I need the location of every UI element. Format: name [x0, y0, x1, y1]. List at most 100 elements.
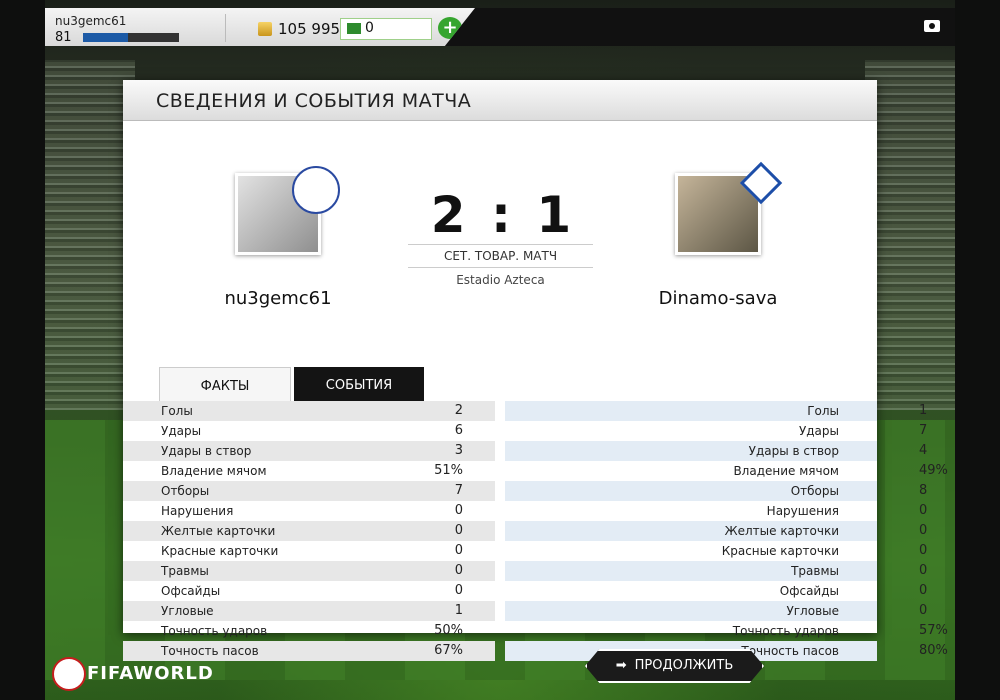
panel-header: СВЕДЕНИЯ И СОБЫТИЯ МАТЧА [123, 80, 877, 121]
stat-row: Отборы 7 8 Отборы [123, 481, 927, 501]
stat-label-home: Отборы [161, 484, 210, 498]
xp-progress-bar [83, 33, 179, 42]
stat-label-away: Владение мячом [733, 464, 839, 478]
stat-home-cell: Удары 6 [123, 421, 495, 441]
stadium-stand-right [865, 60, 955, 410]
match-type: СЕТ. ТОВАР. МАТЧ [408, 244, 593, 268]
stat-label-away: Удары [798, 424, 839, 438]
stat-away-cell: 8 Отборы [505, 481, 927, 501]
stat-label-away: Точность ударов [732, 624, 839, 638]
stat-label-home: Угловые [161, 604, 214, 618]
stat-label-home: Удары в створ [161, 444, 252, 458]
stat-label-away: Нарушения [766, 504, 839, 518]
stat-away-value: 57% [919, 623, 948, 638]
stat-row: Красные карточки 0 0 Красные карточки [123, 541, 927, 561]
stat-home-value: 0 [454, 503, 463, 518]
stat-label-home: Офсайды [161, 584, 221, 598]
stat-home-value: 2 [454, 403, 463, 418]
away-team-name: Dinamo-sava [658, 288, 778, 309]
stat-away-value: 0 [919, 523, 928, 538]
stat-away-cell: 7 Удары [505, 421, 927, 441]
stat-row: Угловые 1 0 Угловые [123, 601, 927, 621]
stat-label-away: Отборы [790, 484, 839, 498]
stat-home-value: 0 [454, 523, 463, 538]
stat-label-away: Травмы [791, 564, 839, 578]
home-avatar [235, 166, 340, 255]
stat-away-value: 8 [919, 483, 928, 498]
away-team-block: Dinamo-sava [618, 173, 818, 309]
tab-events[interactable]: СОБЫТИЯ [294, 367, 424, 401]
stat-home-value: 3 [454, 443, 463, 458]
user-level: 81 [55, 30, 72, 45]
xp-progress-fill [83, 33, 129, 42]
stat-home-cell: Желтые карточки 0 [123, 521, 495, 541]
stat-away-cell: 1 Голы [505, 401, 927, 421]
stat-home-cell: Офсайды 0 [123, 581, 495, 601]
panel-content: nu3gemc61 2 : 1 СЕТ. ТОВАР. МАТЧ Estadio… [123, 121, 948, 661]
stat-away-value: 0 [919, 603, 928, 618]
home-team-name: nu3gemc61 [224, 288, 332, 309]
stat-away-cell: 0 Нарушения [505, 501, 928, 521]
stat-label-home: Голы [161, 404, 193, 418]
stat-away-value: 1 [919, 403, 928, 418]
left-margin [0, 0, 45, 700]
stat-away-cell: 0 Угловые [505, 601, 927, 621]
stat-away-value: 0 [919, 543, 928, 558]
stat-home-value: 7 [454, 483, 463, 498]
stat-label-home: Владение мячом [161, 464, 267, 478]
stat-home-cell: Отборы 7 [123, 481, 495, 501]
stat-away-cell: 49% Владение мячом [505, 461, 947, 481]
stat-label-home: Красные карточки [161, 544, 279, 558]
stat-label-home: Удары [161, 424, 202, 438]
stadium-name: Estadio Azteca [456, 273, 545, 287]
stat-row: Удары в створ 3 4 Удары в створ [123, 441, 927, 461]
away-club-badge-icon [736, 166, 780, 210]
fifa-points-icon [347, 23, 361, 34]
stat-away-cell: 0 Травмы [505, 561, 927, 581]
stat-label-home: Точность ударов [161, 624, 268, 638]
continue-label: ПРОДОЛЖИТЬ [634, 658, 734, 673]
stat-label-away: Офсайды [779, 584, 839, 598]
stat-away-value: 0 [919, 563, 928, 578]
stat-row: Нарушения 0 0 Нарушения [123, 501, 928, 521]
stat-home-value: 0 [454, 563, 463, 578]
add-points-button[interactable]: + [438, 17, 462, 39]
ea-sports-logo-icon [52, 657, 86, 691]
home-team-block: nu3gemc61 [178, 166, 378, 309]
stat-row: Желтые карточки 0 0 Желтые карточки [123, 521, 927, 541]
stat-label-away: Голы [807, 404, 839, 418]
stat-home-value: 0 [454, 543, 463, 558]
stat-away-cell: 0 Офсайды [505, 581, 928, 601]
coins-icon [258, 22, 272, 36]
stat-home-cell: Красные карточки 0 [123, 541, 495, 561]
stat-label-away: Красные карточки [721, 544, 839, 558]
stat-row: Голы 2 1 Голы [123, 401, 927, 421]
stat-label-home: Нарушения [161, 504, 234, 518]
coins-balance: 105 995 [278, 20, 341, 38]
stat-label-home: Желтые карточки [161, 524, 276, 538]
stat-row: Удары 6 7 Удары [123, 421, 927, 441]
continue-button[interactable]: ➡ ПРОДОЛЖИТЬ [585, 649, 764, 683]
tab-facts[interactable]: ФАКТЫ [159, 367, 291, 402]
stat-home-value: 1 [454, 603, 463, 618]
stat-home-value: 51% [434, 463, 463, 478]
match-score: 2 : 1 [430, 186, 576, 244]
stat-row: Владение мячом 51% 49% Владение мячом [123, 461, 948, 481]
stat-home-cell: Травмы 0 [123, 561, 495, 581]
stat-home-value: 0 [454, 583, 463, 598]
page-title: СВЕДЕНИЯ И СОБЫТИЯ МАТЧА [156, 90, 472, 112]
stat-away-cell: 0 Желтые карточки [505, 521, 927, 541]
points-balance: 0 [365, 20, 374, 36]
stat-away-value: 49% [919, 463, 948, 478]
stat-row: Точность ударов 50% 57% Точность ударов [123, 621, 948, 641]
home-club-badge-icon [292, 166, 340, 214]
camera-icon[interactable] [924, 20, 940, 32]
stat-home-cell: Удары в створ 3 [123, 441, 495, 461]
stat-away-value: 4 [919, 443, 928, 458]
divider [225, 14, 226, 42]
stat-away-value: 0 [919, 503, 928, 518]
stat-home-cell: Нарушения 0 [123, 501, 495, 521]
stat-home-cell: Точность ударов 50% [123, 621, 495, 641]
match-details-panel: СВЕДЕНИЯ И СОБЫТИЯ МАТЧА nu3gemc61 2 : 1… [123, 80, 948, 661]
stat-label-home: Травмы [161, 564, 209, 578]
